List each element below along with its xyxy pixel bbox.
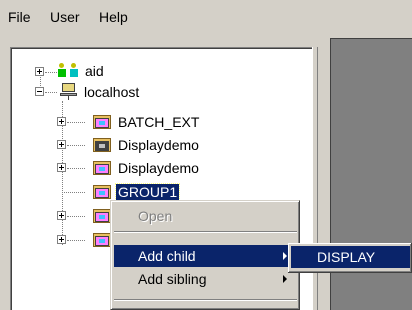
folder-icon bbox=[92, 184, 112, 200]
folder-icon bbox=[92, 114, 112, 130]
expand-batch-ext-button[interactable] bbox=[57, 117, 66, 126]
expand-displaydemo-button[interactable] bbox=[57, 140, 66, 149]
menu-help[interactable]: Help bbox=[96, 9, 131, 25]
tree-node-group1[interactable]: GROUP1 bbox=[114, 183, 181, 201]
tree-node-localhost[interactable]: localhost bbox=[82, 84, 141, 100]
menu-item-open-label: Open bbox=[138, 208, 173, 224]
menu-item-add-child[interactable]: Add child bbox=[114, 245, 297, 267]
tree-node-displaydemo[interactable]: Displaydemo bbox=[116, 137, 201, 153]
expand-displaydemo-2-button[interactable] bbox=[57, 163, 66, 172]
expand-aid-button[interactable] bbox=[35, 67, 44, 76]
tree-line bbox=[67, 240, 85, 241]
collapse-localhost-button[interactable] bbox=[35, 87, 44, 96]
tree-node-aid[interactable]: aid bbox=[83, 63, 106, 79]
menu-separator bbox=[114, 231, 297, 233]
expand-node-button[interactable] bbox=[57, 211, 66, 220]
menu-user[interactable]: User bbox=[47, 9, 83, 25]
menu-item-add-sibling-label: Add sibling bbox=[138, 271, 207, 287]
menu-bar: File User Help bbox=[0, 0, 412, 34]
tree-line bbox=[67, 145, 85, 146]
expand-node-button[interactable] bbox=[57, 235, 66, 244]
menu-item-open[interactable]: Open bbox=[114, 205, 297, 227]
menu-item-add-child-label: Add child bbox=[138, 248, 196, 264]
computer-icon bbox=[59, 82, 79, 100]
tree-line bbox=[45, 72, 57, 73]
submenu-arrow-icon bbox=[283, 252, 287, 260]
menu-file[interactable]: File bbox=[5, 9, 34, 25]
people-icon bbox=[58, 63, 80, 79]
folder-icon bbox=[92, 160, 112, 176]
tree-line bbox=[45, 92, 57, 93]
add-child-submenu: DISPLAY bbox=[288, 243, 412, 273]
folder-icon bbox=[92, 137, 112, 153]
folder-icon bbox=[92, 232, 112, 248]
tree-node-displaydemo-2[interactable]: Displaydemo bbox=[116, 160, 201, 176]
submenu-item-display-label: DISPLAY bbox=[317, 249, 376, 265]
context-menu: Open Add child Add sibling bbox=[110, 200, 300, 310]
submenu-item-display[interactable]: DISPLAY bbox=[291, 246, 410, 268]
tree-line bbox=[67, 168, 85, 169]
submenu-arrow-icon bbox=[283, 275, 287, 283]
menu-separator bbox=[114, 299, 297, 301]
menu-item-add-sibling[interactable]: Add sibling bbox=[114, 268, 297, 290]
tree-node-batch-ext[interactable]: BATCH_EXT bbox=[116, 114, 201, 130]
tree-line bbox=[67, 216, 85, 217]
folder-icon bbox=[92, 208, 112, 224]
tree-line bbox=[62, 192, 85, 193]
tree-line bbox=[67, 122, 85, 123]
